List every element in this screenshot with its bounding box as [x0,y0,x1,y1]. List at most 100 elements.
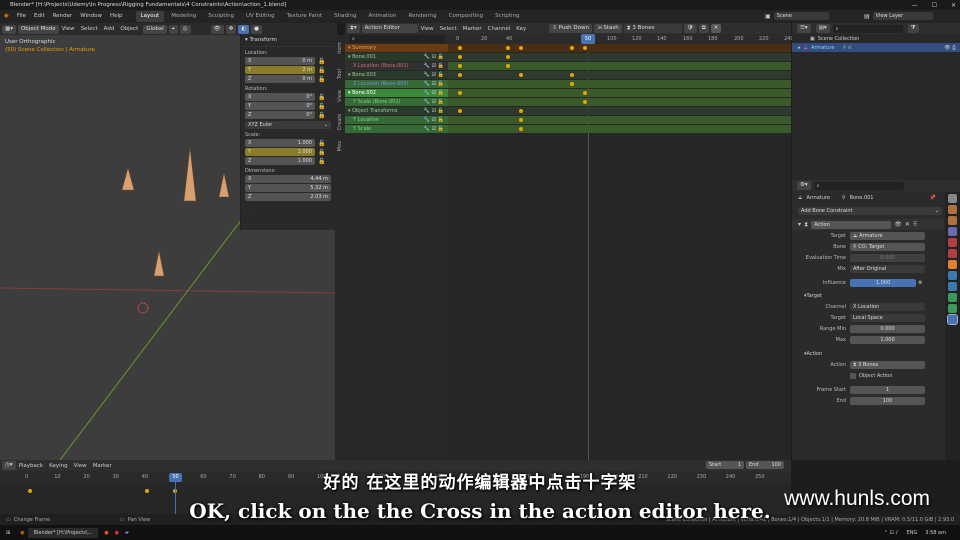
browser-icon[interactable]: ● [104,530,108,536]
action-selector[interactable]: ⧗ 3 Bones [623,24,682,33]
location-x-field[interactable]: X 0 m [245,57,315,65]
channel-search-input[interactable]: ⌕ [349,35,445,43]
range-min-field[interactable]: 0.000 [850,324,925,333]
keyframe[interactable] [458,109,462,113]
tab-rendering[interactable]: Rendering [404,11,442,22]
blender-logo-icon[interactable]: ◉ [0,10,13,23]
timeline-menu-marker[interactable]: Marker [90,460,115,472]
bone-field[interactable]: ⚲ CO: Target [850,242,925,251]
pin-icon[interactable]: 📌 [930,195,936,201]
channel-row[interactable]: ▾ Bone.003 🔧 ☑ 🔓 [345,71,448,79]
channel-row[interactable]: Y Scale (Bone.002) 🔧 ☑ 🔓 [345,98,448,106]
scene-tab-icon[interactable] [948,238,957,247]
target-space-dropdown[interactable]: Local Space [850,313,925,322]
keyframe[interactable] [570,46,574,50]
viewport-menu-add[interactable]: Add [101,23,118,35]
scene-name[interactable]: Scene [773,12,829,20]
lock-icon[interactable]: 🔓 [318,103,325,110]
keyframe[interactable] [583,46,587,50]
language-indicator[interactable]: ENG [906,530,917,536]
menu-file[interactable]: File [13,10,30,23]
object-tab-icon[interactable] [948,260,957,269]
outliner-scene-collection[interactable]: ▣ Scene Collection [792,34,960,43]
viewport-menu-select[interactable]: Select [78,23,101,35]
maximize-icon[interactable]: ☐ [932,2,937,9]
timeline-current-frame[interactable]: 50 [169,473,182,482]
action-editor-mode-dropdown[interactable]: Action Editor [361,24,418,33]
influence-slider[interactable]: 1.000 [850,278,916,287]
action-subpanel-header[interactable]: ▾ Action [792,348,944,359]
overlay-icon[interactable]: ◐ [238,24,250,34]
keyframe-area[interactable] [448,34,791,460]
timeline-menu-view[interactable]: View [71,460,90,472]
tab-texture-paint[interactable]: Texture Paint [282,11,328,22]
lock-icon[interactable]: 🔓 [318,112,325,119]
new-action-icon[interactable]: ⧉ [698,24,709,33]
viewport-menu-object[interactable]: Object [117,23,141,35]
lock-icon[interactable]: 🔓 [318,149,325,156]
stash-button[interactable]: ⇲ Stash [594,24,622,33]
rotation-x-field[interactable]: X 0° [245,93,315,101]
snap-icon[interactable]: ⌖ [168,24,178,34]
visibility-icon[interactable]: 👁 [210,24,224,34]
bone-constraints-tab-icon[interactable] [947,314,958,325]
keyframe[interactable] [519,46,523,50]
minimize-icon[interactable]: — [912,2,918,9]
timeline-menu-playback[interactable]: Playback [16,460,47,472]
tab-layout[interactable]: Layout [135,11,165,22]
channel-toggle-icons[interactable]: 🔧 ☑ 🔓 [424,89,444,97]
lock-icon[interactable]: 🔓 [318,158,325,165]
expand-icon[interactable]: ▸ [798,45,801,51]
properties-search-input[interactable]: ⌕ [813,181,904,190]
frame-end-field[interactable]: 100 [850,396,925,405]
channel-toggle-icons[interactable]: 🔧 ☑ 🔓 [424,116,444,124]
ae-menu-key[interactable]: Key [513,23,529,35]
outliner[interactable]: ☰▾ ▤▾ ⌕ ⧩ ▣ Scene Collection ▸ ⟁ Armatur… [792,23,960,180]
scene-selector[interactable]: ▣ Scene [765,12,829,20]
lock-icon[interactable]: 🔓 [318,140,325,147]
rotation-mode-dropdown[interactable]: XYZ Euler ⌄ [245,121,331,129]
tab-sculpting[interactable]: Sculpting [203,11,239,22]
record-icon[interactable]: ● [115,530,119,536]
lock-icon[interactable]: 🔓 [318,67,325,74]
constraints-tab-icon[interactable] [948,282,957,291]
viewport-menu-view[interactable]: View [59,23,78,35]
dimension-y-field[interactable]: Y 5.32 m [245,184,331,192]
constraint-name-field[interactable]: Action [811,220,892,229]
keyframe[interactable] [506,55,510,59]
tab-modeling[interactable]: Modeling [166,11,201,22]
menu-window[interactable]: Window [76,10,106,23]
disable-keep-icon[interactable]: ⊗ [918,280,922,286]
tab-compositing[interactable]: Compositing [444,11,488,22]
windows-start-icon[interactable]: ⊞ [6,530,10,536]
drag-handle-icon[interactable]: ⠿ [913,221,917,228]
current-frame-indicator[interactable]: 50 [581,34,595,44]
physics-tab-icon[interactable] [948,271,957,280]
blender-taskbar-icon[interactable]: ◉ [20,530,24,536]
taskbar-blender-app[interactable]: Blender* [H:\Projects\... [27,527,99,538]
keyframe[interactable] [458,73,462,77]
scale-z-field[interactable]: Z 1.000 [245,157,315,165]
mix-dropdown[interactable]: After Original [850,264,925,273]
channel-row[interactable]: Y Scale 🔧 ☑ 🔓 [345,125,448,133]
channel-toggle-icons[interactable]: 🔧 ☑ 🔓 [424,62,444,70]
keyframe[interactable] [506,46,510,50]
scale-y-field[interactable]: Y 2.000 [245,148,315,156]
delete-constraint-icon[interactable]: ✕ [905,221,910,228]
keyframe[interactable] [583,91,587,95]
keyframe[interactable] [458,46,462,50]
dimension-x-field[interactable]: X 4.44 m [245,175,331,183]
ae-menu-view[interactable]: View [418,23,437,35]
frame-ruler[interactable]: 0204080100120140160180200220240 [448,34,794,44]
world-tab-icon[interactable] [948,249,957,258]
channel-row[interactable]: ▾ Bone.002 🔧 ☑ 🔓 [345,89,448,97]
output-tab-icon[interactable] [948,216,957,225]
end-frame-field[interactable]: End 100 [746,461,784,469]
outliner-armature-row[interactable]: ▸ ⟁ Armature ⚲ ⚟ 👁 ⎙ [792,43,960,52]
channel-row[interactable]: Y Location 🔧 ☑ 🔓 [345,116,448,124]
keyframe[interactable] [458,55,462,59]
action-field[interactable]: ⧗ 3 Bones [850,360,925,369]
keyframe[interactable] [519,73,523,77]
channel-row[interactable]: X Location (Bone.001) 🔧 ☑ 🔓 [345,62,448,70]
target-field[interactable]: ⟁ Armature [850,231,925,240]
